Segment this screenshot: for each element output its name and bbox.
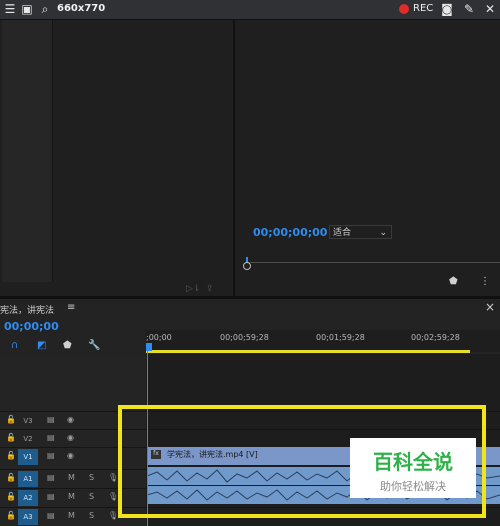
- snap-icon[interactable]: ∩: [11, 340, 18, 351]
- program-monitor-panel: [236, 20, 500, 296]
- marker-icon[interactable]: ⬟: [449, 276, 458, 287]
- mute-button[interactable]: M: [68, 473, 75, 482]
- program-timecode[interactable]: 00;00;00;00: [253, 226, 327, 239]
- work-area-bar[interactable]: [146, 350, 470, 353]
- mute-button[interactable]: M: [68, 511, 75, 520]
- lock-icon[interactable]: 🔓: [6, 415, 16, 424]
- export-frame-icon[interactable]: ▷⇂: [186, 284, 200, 294]
- eye-icon[interactable]: ◉: [67, 415, 74, 424]
- watermark-subtitle: 助你轻松解决: [380, 480, 446, 493]
- close-icon[interactable]: ✕: [483, 2, 497, 16]
- add-marker-icon[interactable]: ⬟: [63, 340, 72, 351]
- sequence-tab[interactable]: 宪法，讲宪法: [0, 303, 54, 316]
- track-label[interactable]: V3: [18, 413, 38, 429]
- eye-icon[interactable]: ◉: [67, 451, 74, 460]
- track-label[interactable]: A1: [18, 471, 38, 487]
- lock-icon[interactable]: 🔓: [6, 492, 16, 501]
- lock-icon[interactable]: 🔓: [6, 451, 16, 460]
- source-preview: [2, 20, 53, 282]
- timeline-timecode[interactable]: 00;00;00: [4, 320, 59, 333]
- mute-button[interactable]: M: [68, 492, 75, 501]
- track-label[interactable]: A2: [18, 490, 38, 506]
- search-icon[interactable]: ⌕: [38, 2, 52, 16]
- filmstrip-icon[interactable]: ▤: [47, 492, 55, 501]
- fit-value: 适合: [333, 228, 352, 238]
- ruler-tick-label: 00;00;59;28: [220, 333, 269, 342]
- fit-dropdown[interactable]: 适合 ⌄: [329, 225, 392, 239]
- lock-icon[interactable]: 🔓: [6, 511, 16, 520]
- solo-button[interactable]: S: [89, 473, 94, 482]
- ruler-tick-label: ;00;00: [146, 333, 172, 342]
- watermark: 百科全说 助你轻松解决: [350, 438, 476, 498]
- pen-icon[interactable]: ✎: [462, 2, 476, 16]
- camera-icon[interactable]: ◙: [440, 2, 454, 16]
- record-button[interactable]: REC: [413, 3, 433, 14]
- recording-dimensions: 660x770: [57, 3, 106, 14]
- recorder-toolbar: ☰ ▣ ⌕ 660x770 REC ◙ ✎ ✕: [0, 0, 500, 20]
- filmstrip-icon[interactable]: ▤: [47, 511, 55, 520]
- lock-icon[interactable]: 🔓: [6, 433, 16, 442]
- filmstrip-icon[interactable]: ▤: [47, 473, 55, 482]
- timeline-close-icon[interactable]: ×: [485, 300, 495, 314]
- microphone-icon[interactable]: 🎙: [108, 511, 118, 520]
- tab-menu-icon[interactable]: ≡: [67, 302, 75, 313]
- track-label[interactable]: A3: [18, 509, 38, 525]
- watermark-title: 百科全说: [373, 450, 453, 474]
- solo-button[interactable]: S: [89, 492, 94, 501]
- filmstrip-icon[interactable]: ▤: [47, 451, 55, 460]
- linked-selection-icon[interactable]: ◩: [37, 340, 46, 351]
- record-dot-icon[interactable]: [399, 4, 409, 14]
- track-label[interactable]: V2: [18, 431, 38, 447]
- panel-menu-icon[interactable]: ⋮: [480, 276, 490, 287]
- solo-button[interactable]: S: [89, 511, 94, 520]
- microphone-icon[interactable]: 🎙: [108, 473, 118, 482]
- scrubber-track: [246, 262, 500, 263]
- eye-icon[interactable]: ◉: [67, 433, 74, 442]
- ruler-tick-label: 00;01;59;28: [316, 333, 365, 342]
- export-icon[interactable]: ⇪: [206, 284, 214, 294]
- filmstrip-icon[interactable]: ▤: [47, 433, 55, 442]
- menu-icon[interactable]: ☰: [3, 2, 17, 16]
- wrench-icon[interactable]: 🔧: [88, 340, 100, 351]
- lock-icon[interactable]: 🔓: [6, 473, 16, 482]
- track-label[interactable]: V1: [18, 449, 38, 465]
- program-scrubber[interactable]: [243, 257, 500, 270]
- filmstrip-icon[interactable]: ▤: [47, 415, 55, 424]
- ruler-tick-label: 00;02;59;28: [411, 333, 460, 342]
- window-icon[interactable]: ▣: [20, 2, 34, 16]
- scrubber-handle[interactable]: [243, 262, 251, 270]
- chevron-down-icon: ⌄: [379, 228, 387, 238]
- microphone-icon[interactable]: 🎙: [108, 492, 118, 501]
